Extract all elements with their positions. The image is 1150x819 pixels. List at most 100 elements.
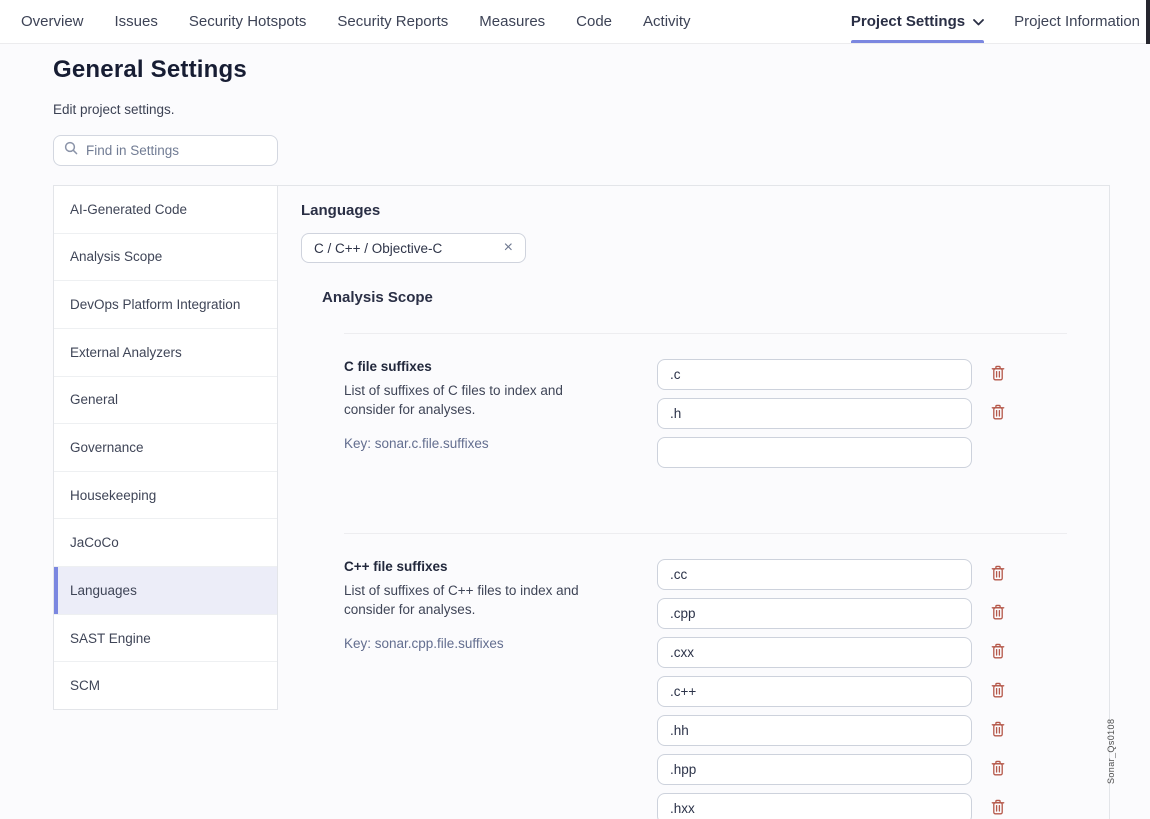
sidebar-item-devops-platform-integration[interactable]: DevOps Platform Integration	[54, 280, 277, 328]
nav-item-overview[interactable]: Overview	[21, 13, 84, 30]
sidebar-item-label: External Analyzers	[70, 345, 182, 360]
language-filter-select[interactable]: C / C++ / Objective-C ×	[301, 233, 526, 263]
nav-items: Overview Issues Security Hotspots Security …	[21, 0, 691, 43]
nav-item-code[interactable]: Code	[576, 13, 612, 30]
close-icon[interactable]: ×	[502, 240, 515, 256]
trash-icon	[991, 404, 1005, 423]
c-file-suffixes-input-6[interactable]	[657, 793, 972, 819]
c-file-suffixes-input-2[interactable]	[657, 437, 972, 468]
suffix-field-row	[657, 398, 1008, 429]
sidebar-item-label: Housekeeping	[70, 488, 156, 503]
sidebar-item-scm[interactable]: SCM	[54, 661, 277, 709]
c-file-suffixes-input-1[interactable]	[657, 598, 972, 629]
suffix-field-row	[657, 637, 1008, 668]
sidebar-item-ai-generated-code[interactable]: AI-Generated Code	[54, 186, 277, 233]
sidebar-item-general[interactable]: General	[54, 376, 277, 424]
setting-name: C++ file suffixes	[344, 559, 587, 574]
nav-item-issues[interactable]: Issues	[115, 13, 158, 30]
sidebar-item-jacoco[interactable]: JaCoCo	[54, 518, 277, 566]
delete-suffix-button[interactable]	[988, 760, 1008, 780]
trash-icon	[991, 604, 1005, 623]
nav-item-measures[interactable]: Measures	[479, 13, 545, 30]
delete-suffix-button[interactable]	[988, 799, 1008, 819]
language-filter-value: C / C++ / Objective-C	[314, 241, 502, 256]
trash-icon	[991, 682, 1005, 701]
search-input[interactable]	[86, 143, 267, 158]
delete-suffix-button[interactable]	[988, 565, 1008, 585]
trash-icon	[991, 565, 1005, 584]
trash-icon	[991, 365, 1005, 384]
trash-icon	[991, 760, 1005, 779]
suffix-field-row	[657, 598, 1008, 629]
chevron-down-icon	[973, 13, 984, 30]
page-subtitle: Edit project settings.	[53, 102, 175, 117]
suffix-field-row	[657, 359, 1008, 390]
sidebar-item-label: Languages	[70, 583, 137, 598]
c-file-suffixes-input-0[interactable]	[657, 359, 972, 390]
settings-list: C file suffixes List of suffixes of C fi…	[344, 333, 1067, 819]
suffix-field-row	[657, 559, 1008, 590]
sidebar-item-external-analyzers[interactable]: External Analyzers	[54, 328, 277, 376]
delete-suffix-button[interactable]	[988, 404, 1008, 424]
setting-key: Key: sonar.c.file.suffixes	[344, 436, 587, 451]
sidebar-item-governance[interactable]: Governance	[54, 423, 277, 471]
c-file-suffixes-input-2[interactable]	[657, 637, 972, 668]
settings-content: Languages C / C++ / Objective-C × Analys…	[279, 186, 1109, 819]
settings-search[interactable]	[53, 135, 278, 166]
sidebar-item-label: SCM	[70, 678, 100, 693]
watermark-text: Sonar_Qs0108	[1106, 702, 1116, 784]
c-file-suffixes-input-5[interactable]	[657, 754, 972, 785]
sidebar-item-analysis-scope[interactable]: Analysis Scope	[54, 233, 277, 281]
trash-icon	[991, 721, 1005, 740]
nav-item-activity[interactable]: Activity	[643, 13, 691, 30]
subsection-title: Analysis Scope	[322, 289, 1109, 306]
setting-fields	[657, 559, 1008, 819]
page-title: General Settings	[53, 56, 247, 84]
setting-description: List of suffixes of C files to index and…	[344, 382, 587, 420]
project-settings-label: Project Settings	[851, 13, 965, 30]
sidebar-item-label: Analysis Scope	[70, 249, 162, 264]
sidebar-item-housekeeping[interactable]: Housekeeping	[54, 471, 277, 519]
setting-fields	[657, 359, 1008, 468]
sidebar-item-languages[interactable]: Languages	[54, 566, 277, 614]
search-icon	[64, 141, 78, 160]
setting-description: List of suffixes of C++ files to index a…	[344, 582, 587, 620]
nav-item-security-hotspots[interactable]: Security Hotspots	[189, 13, 307, 30]
sidebar-item-sast-engine[interactable]: SAST Engine	[54, 614, 277, 662]
c-file-suffixes-input-3[interactable]	[657, 676, 972, 707]
suffix-field-row	[657, 676, 1008, 707]
c-file-suffixes-input-0[interactable]	[657, 559, 972, 590]
nav-right-group: Project Settings Project Information	[851, 0, 1140, 43]
settings-category-sidebar: AI-Generated Code Analysis Scope DevOps Pl…	[53, 186, 278, 710]
suffix-field-row	[657, 437, 1008, 468]
sidebar-item-label: SAST Engine	[70, 631, 151, 646]
setting-row-c-file-suffixes: C file suffixes List of suffixes of C fi…	[344, 333, 1067, 533]
c-file-suffixes-input-1[interactable]	[657, 398, 972, 429]
suffix-field-row	[657, 793, 1008, 819]
c-file-suffixes-input-4[interactable]	[657, 715, 972, 746]
sidebar-item-label: JaCoCo	[70, 535, 119, 550]
setting-key: Key: sonar.cpp.file.suffixes	[344, 636, 587, 651]
delete-suffix-button[interactable]	[988, 643, 1008, 663]
nav-edge-sliver	[1146, 0, 1150, 44]
nav-item-security-reports[interactable]: Security Reports	[337, 13, 448, 30]
suffix-field-row	[657, 754, 1008, 785]
settings-container: AI-Generated Code Analysis Scope DevOps Pl…	[53, 185, 1110, 819]
tab-project-information[interactable]: Project Information	[1014, 0, 1140, 43]
delete-suffix-button[interactable]	[988, 365, 1008, 385]
sidebar-item-label: AI-Generated Code	[70, 202, 187, 217]
setting-row-c-file-suffixes: C++ file suffixes List of suffixes of C+…	[344, 533, 1067, 819]
delete-suffix-button[interactable]	[988, 604, 1008, 624]
delete-suffix-button[interactable]	[988, 682, 1008, 702]
sidebar-item-label: Governance	[70, 440, 144, 455]
trash-icon	[991, 799, 1005, 818]
top-nav: Overview Issues Security Hotspots Security …	[0, 0, 1150, 44]
delete-suffix-button[interactable]	[988, 721, 1008, 741]
project-information-label: Project Information	[1014, 13, 1140, 30]
section-title: Languages	[301, 202, 1109, 219]
tab-project-settings[interactable]: Project Settings	[851, 0, 984, 43]
trash-icon	[991, 643, 1005, 662]
suffix-field-row	[657, 715, 1008, 746]
sidebar-item-label: DevOps Platform Integration	[70, 297, 240, 312]
sidebar-item-label: General	[70, 392, 118, 407]
